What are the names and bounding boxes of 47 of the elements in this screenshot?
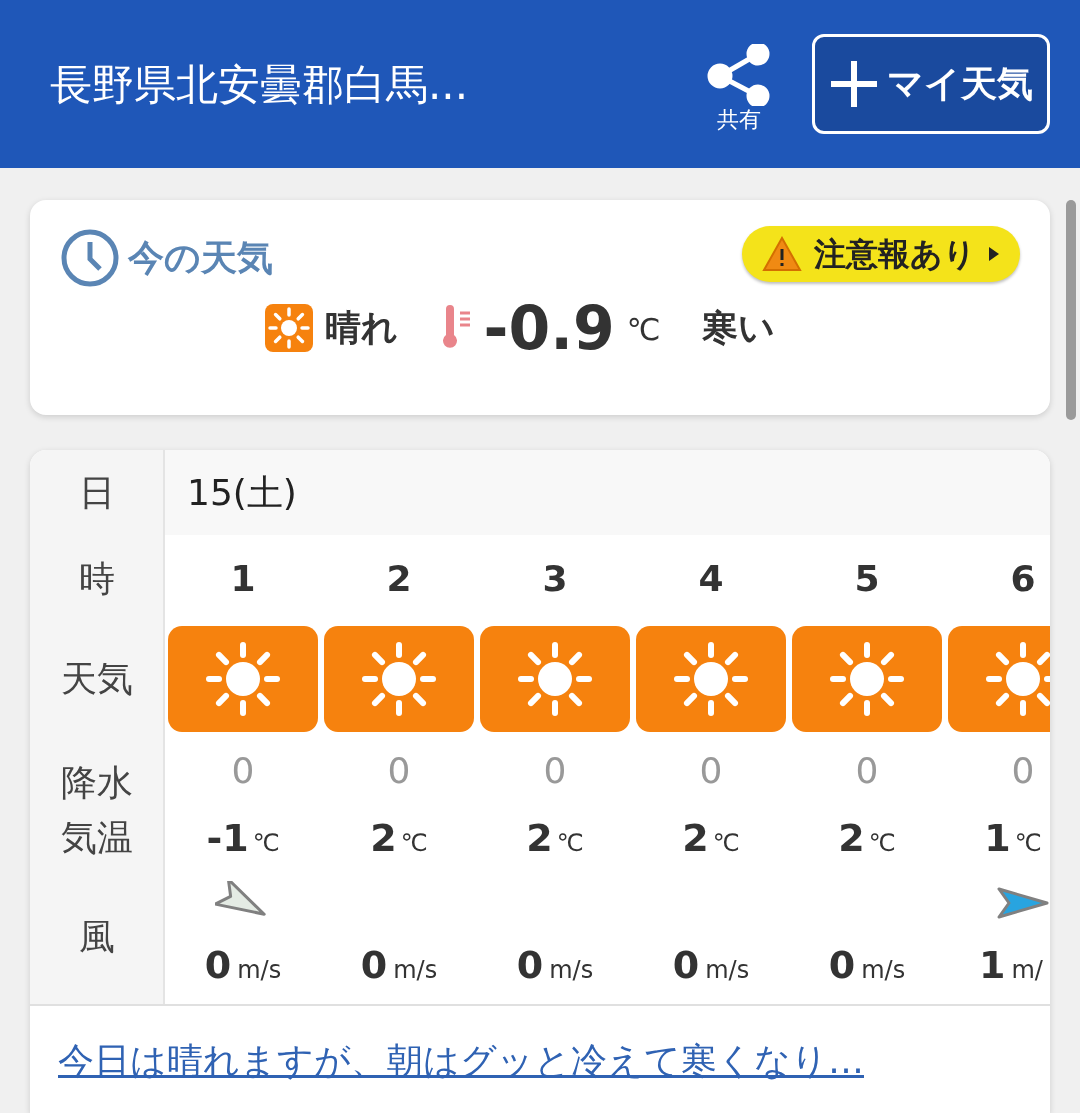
precipitation-value: 0 bbox=[699, 749, 723, 793]
temperature-value: 2℃ bbox=[838, 814, 896, 862]
sun-icon bbox=[264, 304, 313, 352]
wind-speed: 0 m/s bbox=[516, 942, 594, 989]
clock-icon bbox=[60, 228, 120, 288]
temperature-value: 2℃ bbox=[370, 814, 428, 862]
add-my-weather-button[interactable]: マイ天気 bbox=[812, 34, 1050, 134]
date-label: 15(土) bbox=[187, 470, 297, 515]
hour-label: 5 bbox=[854, 557, 880, 601]
precipitation-value: 0 bbox=[387, 749, 411, 793]
temperature-value: 2℃ bbox=[526, 814, 584, 862]
precipitation-value: 0 bbox=[231, 749, 255, 793]
alert-badge[interactable]: 注意報あり bbox=[742, 226, 1020, 282]
forecast-comment-link[interactable]: 今日は晴れますが、朝はグッと冷えて寒くなり… bbox=[58, 1040, 864, 1081]
weather-condition: 晴れ bbox=[324, 306, 398, 350]
temperature-unit: ℃ bbox=[626, 311, 661, 349]
caret-icon bbox=[988, 246, 1000, 262]
hour-label: 3 bbox=[542, 557, 568, 601]
temperature-value: -1℃ bbox=[206, 814, 280, 862]
location-title: 長野県北安曇郡白馬... bbox=[50, 58, 470, 111]
share-button[interactable]: 共有 bbox=[706, 44, 772, 134]
temperature-value: 1℃ bbox=[984, 814, 1042, 862]
current-temperature: -0.9 bbox=[483, 298, 615, 358]
row-label: 日 bbox=[78, 471, 115, 514]
hour-label: 2 bbox=[386, 557, 412, 601]
wind-speed: 0 m/s bbox=[828, 942, 906, 989]
precipitation-value: 0 bbox=[543, 749, 567, 793]
row-label: 時 bbox=[78, 558, 115, 600]
section-heading: 今の天気 bbox=[128, 236, 273, 280]
hour-label: 1 bbox=[230, 557, 256, 601]
row-label: 降水 bbox=[60, 761, 133, 805]
row-label: 天気 bbox=[60, 658, 133, 700]
temperature-value: 2℃ bbox=[682, 814, 740, 862]
warning-icon bbox=[762, 236, 802, 272]
wind-speed: 0 m/s bbox=[204, 942, 282, 989]
wind-speed: 0 m/s bbox=[672, 942, 750, 989]
wind-speed: 1 m/ bbox=[979, 942, 1043, 989]
row-label: 風 bbox=[78, 915, 115, 958]
hour-label: 6 bbox=[1010, 557, 1036, 601]
precipitation-value: 0 bbox=[855, 749, 879, 793]
hour-label: 4 bbox=[698, 557, 724, 601]
precipitation-value: 0 bbox=[1011, 749, 1035, 793]
row-label: 気温 bbox=[60, 817, 133, 859]
plus-icon bbox=[829, 59, 879, 109]
feels-label: 寒い bbox=[702, 306, 776, 350]
wind-speed: 0 m/s bbox=[360, 942, 438, 989]
share-icon bbox=[706, 44, 772, 107]
